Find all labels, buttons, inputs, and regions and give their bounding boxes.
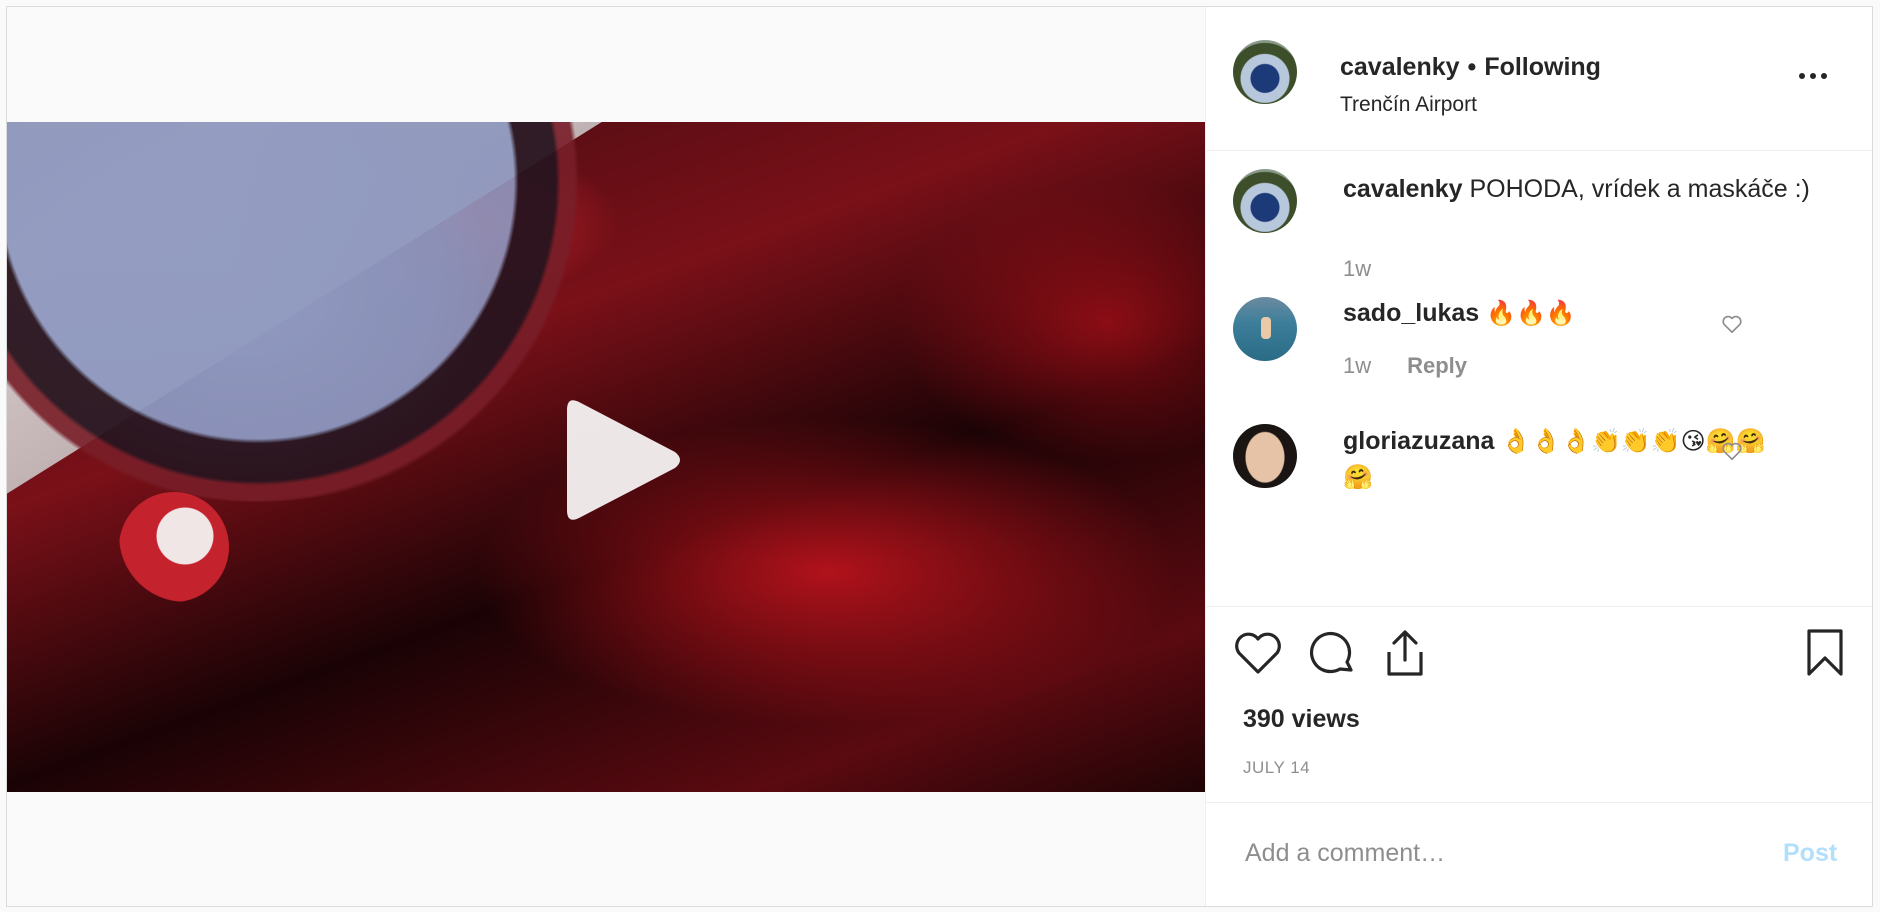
add-comment-input[interactable]: Add a comment…	[1245, 839, 1445, 868]
location-link[interactable]: Trenčín Airport	[1340, 93, 1477, 117]
avatar[interactable]	[1233, 297, 1297, 361]
comment-text: 🔥🔥🔥	[1486, 299, 1576, 327]
media-area	[7, 7, 1206, 906]
like-comment-heart-icon[interactable]	[1721, 313, 1743, 335]
like-heart-icon[interactable]	[1233, 630, 1283, 676]
header-separator: •	[1467, 53, 1477, 81]
post-sidebar: cavalenky • Following Trenčín Airport cava…	[1205, 7, 1872, 906]
comment-bubble-icon[interactable]	[1309, 630, 1357, 678]
caption: cavalenky POHODA, vrídek a maskáče :)	[1343, 171, 1843, 207]
video-player[interactable]	[7, 122, 1205, 792]
comments-list: cavalenky POHODA, vrídek a maskáče :) 1w…	[1205, 151, 1872, 607]
post-header: cavalenky • Following Trenčín Airport	[1205, 7, 1872, 151]
post-date[interactable]: JULY 14	[1243, 758, 1310, 778]
post-card: cavalenky • Following Trenčín Airport cava…	[6, 6, 1873, 907]
caption-username[interactable]: cavalenky	[1343, 175, 1463, 203]
avatar[interactable]	[1233, 40, 1297, 104]
post-comment-button[interactable]: Post	[1783, 839, 1837, 868]
comment: gloriazuzana 👌👌👌👏👏👏😘🤗🤗🤗	[1343, 423, 1783, 495]
follow-status-button[interactable]: Following	[1484, 53, 1601, 81]
comment-username[interactable]: gloriazuzana	[1343, 427, 1494, 455]
bookmark-icon[interactable]	[1805, 628, 1845, 678]
reply-button[interactable]: Reply	[1407, 353, 1467, 378]
comment: sado_lukas 🔥🔥🔥	[1343, 295, 1843, 331]
more-options-icon[interactable]	[1799, 69, 1831, 83]
add-comment-bar: Add a comment… Post	[1205, 802, 1872, 907]
avatar[interactable]	[1233, 424, 1297, 488]
header-user-line: cavalenky • Following	[1340, 53, 1601, 82]
comment-time[interactable]: 1w	[1343, 353, 1371, 378]
share-icon[interactable]	[1381, 628, 1429, 678]
avatar[interactable]	[1233, 169, 1297, 233]
play-icon[interactable]	[557, 392, 687, 528]
caption-time[interactable]: 1w	[1343, 256, 1371, 282]
caption-text: POHODA, vrídek a maskáče :)	[1469, 175, 1810, 203]
header-username[interactable]: cavalenky	[1340, 53, 1460, 81]
like-comment-heart-icon[interactable]	[1721, 440, 1743, 462]
view-count[interactable]: 390 views	[1243, 705, 1360, 734]
video-frame-logo	[119, 492, 229, 602]
video-frame-platter	[7, 122, 597, 502]
comment-meta: 1w Reply	[1343, 353, 1467, 379]
comment-username[interactable]: sado_lukas	[1343, 299, 1479, 327]
